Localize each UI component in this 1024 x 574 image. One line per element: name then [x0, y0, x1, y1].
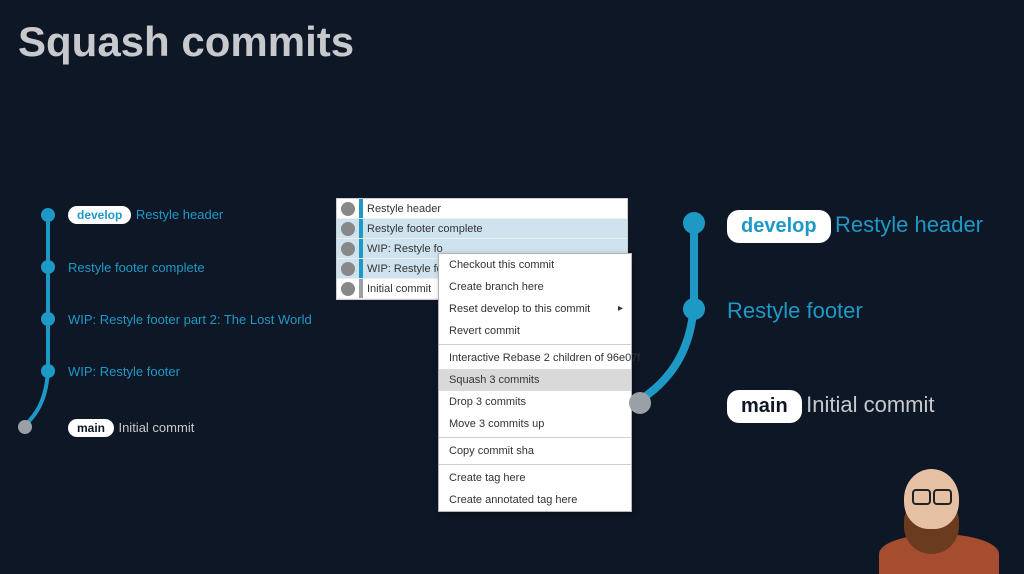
commit-dot-initial [18, 420, 32, 434]
graph-segment [359, 259, 363, 278]
graph-before: develop Restyle header Restyle footer co… [20, 200, 320, 450]
commit-label: Restyle footer [727, 298, 863, 324]
menu-item-interactive-rebase[interactable]: Interactive Rebase 2 children of 96e07f [439, 347, 631, 369]
commit-dot-initial [629, 392, 651, 414]
menu-item-checkout[interactable]: Checkout this commit [439, 254, 631, 276]
branch-badge-main: main [727, 390, 802, 423]
commit-label: Initial commit [118, 420, 194, 435]
graph-segment [359, 239, 363, 258]
author-avatar-icon [341, 202, 355, 216]
slide-title: Squash commits [18, 18, 354, 66]
commit-label: Restyle header [136, 207, 223, 222]
graph-segment [359, 199, 363, 218]
author-avatar-icon [341, 242, 355, 256]
graph-line [690, 222, 698, 302]
branch-badge-develop: develop [727, 210, 831, 243]
commit-dot [41, 208, 55, 222]
menu-item-label: Reset develop to this commit [449, 303, 590, 315]
commit-label: Restyle footer complete [68, 260, 205, 275]
commit-row: develop Restyle header [68, 206, 223, 224]
presenter-camera [864, 464, 1014, 574]
menu-item-create-branch[interactable]: Create branch here [439, 276, 631, 298]
menu-item-drop[interactable]: Drop 3 commits [439, 391, 631, 413]
menu-separator [439, 344, 631, 345]
commit-message: WIP: Restyle fo [367, 263, 443, 275]
menu-item-squash[interactable]: Squash 3 commits [439, 369, 631, 391]
branch-badge-main: main [68, 419, 114, 437]
menu-item-move-up[interactable]: Move 3 commits up [439, 413, 631, 435]
author-avatar-icon [341, 282, 355, 296]
author-avatar-icon [341, 262, 355, 276]
commit-dot [41, 260, 55, 274]
menu-separator [439, 437, 631, 438]
menu-item-create-annotated-tag[interactable]: Create annotated tag here [439, 489, 631, 511]
commit-row: main Initial commit [727, 390, 935, 423]
commit-row[interactable]: Restyle footer complete [337, 219, 627, 239]
branch-badge-develop: develop [68, 206, 131, 224]
context-menu: Checkout this commit Create branch here … [438, 253, 632, 512]
commit-dot [41, 364, 55, 378]
commit-row: develop Restyle header [727, 210, 983, 243]
graph-line [46, 216, 50, 370]
menu-separator [439, 464, 631, 465]
menu-item-create-tag[interactable]: Create tag here [439, 467, 631, 489]
submenu-arrow-icon: ▸ [618, 303, 623, 314]
commit-label: Restyle header [835, 212, 983, 237]
menu-item-reset[interactable]: Reset develop to this commit ▸ [439, 298, 631, 320]
commit-message: Restyle footer complete [367, 223, 483, 235]
menu-item-copy-sha[interactable]: Copy commit sha [439, 440, 631, 462]
author-avatar-icon [341, 222, 355, 236]
commit-message: WIP: Restyle fo [367, 243, 443, 255]
commit-dot [683, 298, 705, 320]
graph-segment [359, 219, 363, 238]
commit-row: main Initial commit [68, 419, 194, 437]
commit-label: Initial commit [806, 392, 934, 417]
menu-item-revert[interactable]: Revert commit [439, 320, 631, 342]
commit-dot [41, 312, 55, 326]
commit-label: WIP: Restyle footer part 2: The Lost Wor… [68, 312, 312, 327]
commit-message: Initial commit [367, 283, 431, 295]
commit-label: WIP: Restyle footer [68, 364, 180, 379]
commit-dot [683, 212, 705, 234]
graph-after: develop Restyle header Restyle footer ma… [635, 200, 1005, 460]
graph-segment [359, 279, 363, 298]
commit-message: Restyle header [367, 203, 441, 215]
commit-row[interactable]: Restyle header [337, 199, 627, 219]
